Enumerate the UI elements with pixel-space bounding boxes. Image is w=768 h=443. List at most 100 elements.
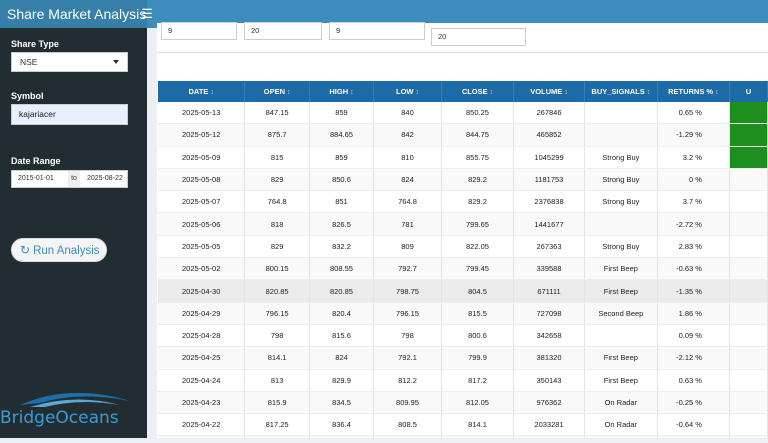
table-cell-open: 815.9 — [244, 391, 310, 415]
table-cell-returns: -2.12 % — [657, 346, 730, 370]
column-header-u[interactable]: U — [729, 81, 768, 102]
symbol-value: kajariacer — [19, 109, 56, 119]
parameters-box: 9 20 9 20 — [157, 22, 768, 53]
column-header-returns[interactable]: RETURNS % ↕ — [657, 81, 730, 102]
symbol-label: Symbol — [11, 91, 44, 101]
table-cell-close: 817.2 — [441, 369, 515, 392]
table-row[interactable]: 2025-05-08 829 850.6 824 829.2 1181753 Strong … — [158, 168, 768, 192]
table-cell-high: 859 — [309, 146, 375, 169]
column-header-close[interactable]: CLOSE ↕ — [441, 81, 515, 102]
table-cell-buy-signals: First Beep — [584, 257, 658, 281]
param-input-4[interactable]: 20 — [431, 28, 526, 46]
table-cell-high: 829.9 — [309, 369, 375, 392]
share-type-select[interactable]: NSE — [11, 52, 128, 72]
table-cell-close: 829.2 — [441, 190, 515, 214]
table-cell-open: 813 — [244, 369, 310, 392]
table-cell-low: 798 — [373, 324, 442, 348]
table-cell-open: 847.15 — [244, 102, 310, 125]
table-cell-low: 796.15 — [373, 302, 442, 325]
table-cell-volume: 2033281 — [513, 413, 585, 437]
table-cell-close: 829.2 — [441, 168, 515, 192]
table-cell-u — [729, 302, 768, 325]
table-row[interactable]: 2025-04-25 814.1 824 792.1 799.9 381320 First … — [158, 346, 768, 370]
table-cell-returns: 2.83 % — [657, 235, 730, 259]
sort-icon: ↕ — [715, 89, 719, 96]
table-cell-u — [729, 146, 768, 169]
table-cell-buy-signals: Strong Buy — [584, 235, 658, 259]
table-cell-high: 824 — [309, 346, 375, 370]
table-cell-date: 2025-05-08 — [158, 168, 246, 192]
sidebar: Share Type NSE Symbol kajariacer Date Ra… — [0, 28, 147, 438]
table-cell-volume: 381320 — [513, 346, 585, 370]
table-cell-date: 2025-05-02 — [158, 257, 246, 281]
table-cell-low: 764.8 — [373, 190, 442, 214]
table-cell-buy-signals: First Beep — [584, 346, 658, 370]
table-cell-date: 2025-04-25 — [158, 346, 246, 370]
table-cell-open: 815 — [244, 146, 310, 169]
column-header-volume[interactable]: VOLUME ↕ — [513, 81, 585, 102]
table-cell-high: 832.2 — [309, 235, 375, 259]
table-cell-low: 792.7 — [373, 257, 442, 281]
hamburger-icon[interactable]: ☰ — [140, 0, 154, 28]
column-header-high[interactable]: HIGH ↕ — [309, 81, 375, 102]
table-cell-high: 826.5 — [309, 212, 375, 236]
share-type-value: NSE — [20, 57, 38, 67]
table-cell-u — [729, 123, 768, 147]
table-row[interactable]: 2025-05-13 847.15 859 840 850.25 267846 0.65 % — [158, 102, 768, 125]
table-cell-volume: 465852 — [513, 123, 585, 147]
table-cell-close: 799.9 — [441, 346, 515, 370]
table-cell-high: 884.65 — [309, 123, 375, 147]
table-cell-date: 2025-04-29 — [158, 302, 246, 325]
sort-icon: ↕ — [415, 89, 420, 96]
date-end-input[interactable]: 2025-08-22 — [87, 171, 123, 187]
date-start-input[interactable]: 2015-01-01 — [18, 171, 54, 187]
column-header-label: CLOSE — [461, 87, 488, 96]
table-cell-open: 829 — [244, 235, 310, 259]
table-row[interactable]: 2025-05-05 829 832.2 809 822.05 267363 Strong … — [158, 235, 768, 259]
param-input-1[interactable]: 9 — [161, 22, 237, 40]
table-row[interactable]: 2025-05-12 875.7 884.65 842 844.75 465852 -1.2… — [158, 123, 768, 147]
table-cell-u — [729, 102, 768, 125]
table-row[interactable]: 2025-04-29 796.15 820.4 796.15 815.5 727098 Se… — [158, 302, 768, 325]
table-cell-open: 820.85 — [244, 279, 310, 303]
table-cell-volume: 267363 — [513, 235, 585, 259]
table-cell-volume: 1441677 — [513, 212, 585, 236]
run-analysis-button[interactable]: ↻ Run Analysis — [11, 238, 107, 262]
table-row[interactable]: 2025-04-28 798 815.6 798 800.6 342658 0.09 % — [158, 324, 768, 348]
table-cell-open: 875.7 — [244, 123, 310, 147]
param-input-3[interactable]: 9 — [329, 22, 425, 40]
table-row[interactable]: 2025-04-22 817.25 836.4 808.5 814.1 2033281 On… — [158, 413, 768, 437]
table-cell-open: 798 — [244, 324, 310, 348]
table-cell-low: 812.2 — [373, 369, 442, 392]
table-cell-u — [729, 324, 768, 348]
table-cell-low: 840 — [373, 102, 442, 125]
column-header-label: BUY_SIGNALS — [591, 87, 645, 96]
wave-icon: BridgeOceans — [0, 392, 130, 428]
chevron-down-icon — [113, 60, 119, 64]
table-cell-low: 781 — [373, 212, 442, 236]
date-range-input: 2015-01-01 to 2025-08-22 — [11, 170, 128, 188]
table-cell-close: 855.75 — [441, 146, 515, 169]
table-row[interactable]: 2025-04-30 820.85 820.85 798.75 804.5 671111 F… — [158, 279, 768, 303]
column-header-date[interactable]: DATE ↕ — [158, 81, 246, 102]
table-row[interactable]: 2025-04-24 813 829.9 812.2 817.2 350143 First … — [158, 369, 768, 392]
param-input-2[interactable]: 20 — [244, 22, 322, 40]
table-cell-u — [729, 257, 768, 281]
table-row[interactable]: 2025-05-09 815 859 810 855.75 1045299 Strong B… — [158, 146, 768, 169]
table-cell-open: 800.15 — [244, 257, 310, 281]
table-cell-close: 800.6 — [441, 324, 515, 348]
table-cell-u — [729, 212, 768, 236]
table-cell-close: 822.05 — [441, 235, 515, 259]
table-row[interactable]: 2025-05-06 818 826.5 781 799.65 1441677 -2.72 … — [158, 212, 768, 236]
symbol-input[interactable]: kajariacer — [11, 104, 128, 125]
column-header-low[interactable]: LOW ↕ — [373, 81, 442, 102]
table-cell-high: 836.4 — [309, 413, 375, 437]
column-header-buy-signals[interactable]: BUY_SIGNALS ↕ — [584, 81, 658, 102]
table-cell-date: 2025-04-28 — [158, 324, 246, 348]
table-row[interactable]: 2025-05-02 800.15 808.55 792.7 799.45 339588 F… — [158, 257, 768, 281]
column-header-open[interactable]: OPEN ↕ — [244, 81, 310, 102]
sort-icon: ↕ — [210, 89, 214, 96]
table-row[interactable]: 2025-04-23 815.9 834.5 809.95 812.05 976362 On… — [158, 391, 768, 415]
table-cell-close: 799.45 — [441, 257, 515, 281]
table-row[interactable]: 2025-05-07 764.8 851 764.8 829.2 2376838 Stron… — [158, 190, 768, 214]
